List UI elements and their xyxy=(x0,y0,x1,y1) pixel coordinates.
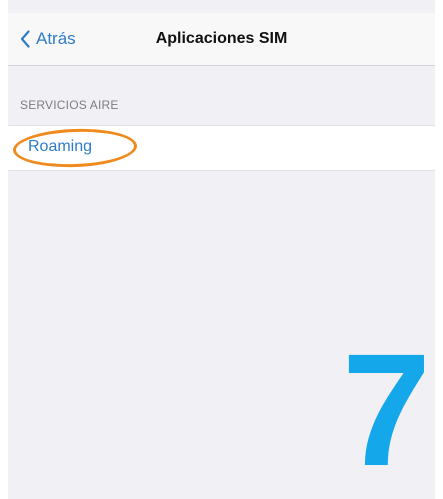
services-list: Roaming xyxy=(8,125,435,171)
step-number: 7 xyxy=(342,320,431,499)
page-title: Aplicaciones SIM xyxy=(155,30,288,47)
navigation-bar: Atrás Aplicaciones SIM xyxy=(8,13,435,66)
highlight-ring xyxy=(12,126,138,170)
screen: Atrás Aplicaciones SIM SERVICIOS AIRE Ro… xyxy=(0,0,443,499)
roaming-item[interactable]: Roaming xyxy=(8,126,435,170)
section-header: SERVICIOS AIRE xyxy=(20,98,119,112)
